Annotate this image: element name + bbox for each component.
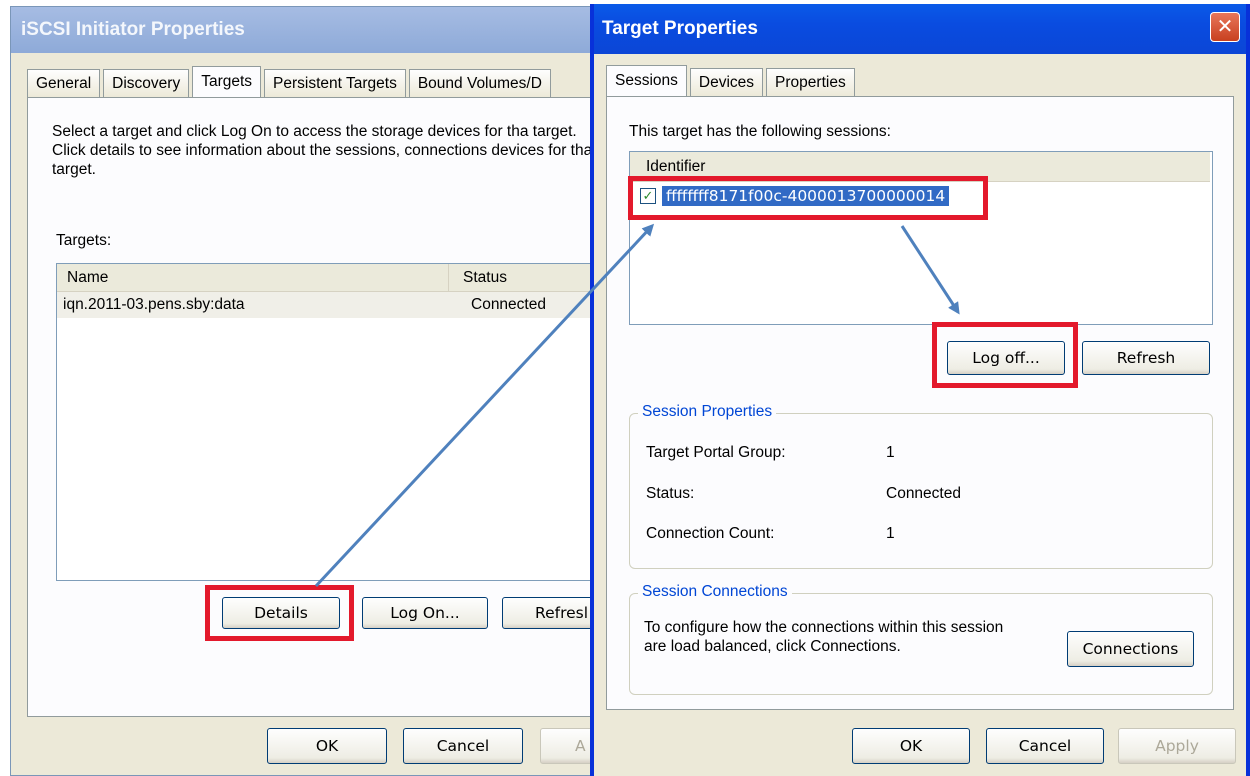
targets-instructions: Select a target and click Log On to acce… [52,123,597,178]
targets-list[interactable]: Name Status iqn.2011-03.pens.sby:data Co… [56,263,616,581]
details-highlight-box [205,585,354,641]
connections-button[interactable]: Connections [1067,631,1194,667]
ok-button-left[interactable]: OK [267,728,387,764]
log-off-highlight-box [932,322,1078,388]
target-status: Connected [471,296,546,313]
apply-button[interactable]: Apply [1118,728,1236,764]
refresh-button-left[interactable]: Refresl [502,597,594,629]
prop-value-connection-count: 1 [886,525,895,542]
tab-targets[interactable]: Targets [192,66,262,98]
tab-discovery[interactable]: Discovery [103,69,190,97]
window-title: Target Properties ✕ [594,4,1246,54]
prop-value-target-portal-group: 1 [886,444,895,461]
session-properties-group: Session Properties Target Portal Group: … [629,403,1213,569]
table-row[interactable]: iqn.2011-03.pens.sby:data Connected [57,292,615,318]
tab-sessions[interactable]: Sessions [606,65,687,97]
tab-bound-volumes[interactable]: Bound Volumes/D [408,69,551,97]
prop-label-connection-count: Connection Count: [646,525,775,542]
tab-persistent-targets[interactable]: Persistent Targets [264,69,406,97]
sessions-label: This target has the following sessions: [629,123,891,140]
prop-label-target-portal-group: Target Portal Group: [646,444,786,461]
session-highlight-box [628,176,988,220]
log-on-button[interactable]: Log On... [362,597,488,629]
apply-button-left[interactable]: A [540,728,594,764]
right-tab-strip: Sessions Devices Properties [606,62,858,97]
group-title: Session Connections [638,583,792,601]
prop-label-status: Status: [646,485,695,502]
column-header-name[interactable]: Name [57,264,449,291]
close-icon[interactable]: ✕ [1210,12,1240,42]
left-tab-strip: General Discovery Targets Persistent Tar… [27,65,627,98]
iscsi-initiator-window: iSCSI Initiator Properties General Disco… [10,6,617,776]
window-title-text: Target Properties [602,18,758,39]
ok-button[interactable]: OK [852,728,970,764]
tab-properties[interactable]: Properties [766,68,855,96]
connections-description: To configure how the connections within … [644,619,1004,655]
targets-label: Targets: [56,232,112,249]
tab-general[interactable]: General [27,69,101,97]
group-title: Session Properties [638,403,777,421]
column-header-status[interactable]: Status [449,264,507,291]
tab-devices[interactable]: Devices [689,68,764,96]
window-title: iSCSI Initiator Properties [11,7,609,53]
cancel-button-left[interactable]: Cancel [403,728,523,764]
prop-value-status: Connected [886,485,961,502]
targets-list-header: Name Status [57,264,615,292]
refresh-button[interactable]: Refresh [1082,341,1210,375]
target-name: iqn.2011-03.pens.sby:data [63,296,245,313]
cancel-button[interactable]: Cancel [986,728,1104,764]
